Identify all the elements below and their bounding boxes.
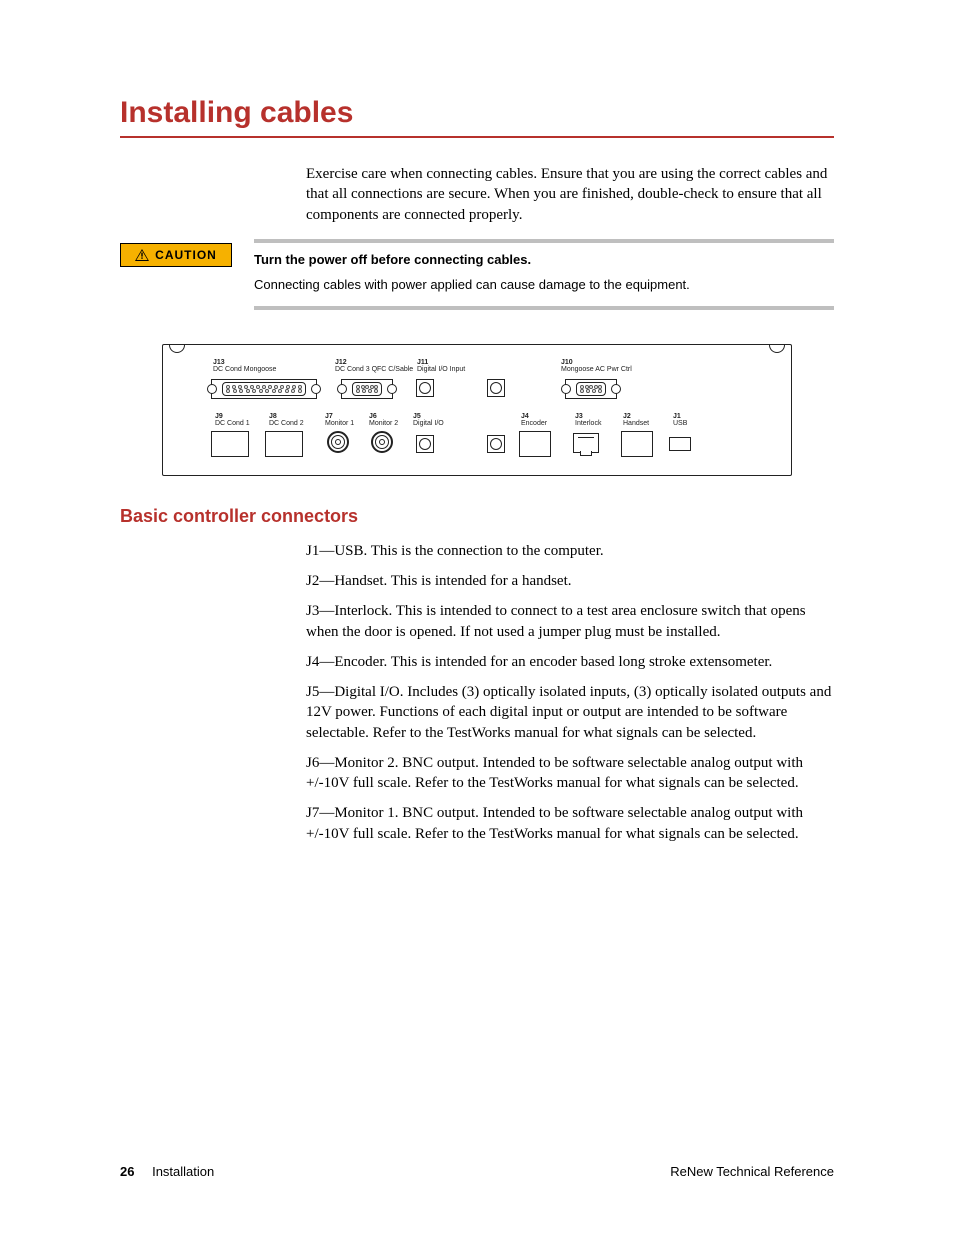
rj-connector-icon: [573, 433, 599, 453]
connector-label: J2Handset: [623, 413, 649, 428]
connector-label: J8DC Cond 2: [269, 413, 304, 428]
connector-label: J12 DC Cond 3 QFC C/Sable: [335, 359, 413, 374]
definition-item: J3—Interlock. This is intended to connec…: [306, 601, 834, 642]
definition-item: J2—Handset. This is intended for a hands…: [306, 571, 834, 591]
warning-triangle-icon: [135, 249, 149, 261]
connector-label: J10 Mongoose AC Pwr Ctrl: [561, 359, 632, 374]
connector-label: J6Monitor 2: [369, 413, 398, 428]
connector-label: J1USB: [673, 413, 687, 428]
dsub-connector-icon: [341, 379, 393, 399]
intro-text: Exercise care when connecting cables. En…: [306, 164, 834, 225]
connector-label: J9DC Cond 1: [215, 413, 250, 428]
title-rule: [120, 136, 834, 138]
caution-label: CAUTION: [155, 248, 217, 262]
caution-badge: CAUTION: [120, 243, 232, 267]
connector-label: J13 DC Cond Mongoose: [213, 359, 276, 374]
mount-screw-icon: [169, 344, 185, 353]
footer-section: Installation: [152, 1164, 214, 1179]
dsub-connector-icon: [211, 379, 317, 399]
bnc-connector-icon: [327, 431, 349, 453]
caution-block: CAUTION Turn the power off before connec…: [120, 239, 834, 310]
mount-screw-icon: [769, 344, 785, 353]
bnc-connector-icon: [371, 431, 393, 453]
rect-connector-icon: [621, 431, 653, 457]
din-connector-icon: [487, 435, 505, 453]
connector-label: J3Interlock: [575, 413, 601, 428]
caution-text: Connecting cables with power applied can…: [254, 276, 834, 294]
connector-label: J4Encoder: [521, 413, 547, 428]
caution-headline: Turn the power off before connecting cab…: [254, 251, 834, 269]
connector-label: J7Monitor 1: [325, 413, 354, 428]
intro-block: Exercise care when connecting cables. En…: [306, 164, 834, 225]
rect-connector-icon: [519, 431, 551, 457]
din-connector-icon: [487, 379, 505, 397]
definition-item: J6—Monitor 2. BNC output. Intended to be…: [306, 753, 834, 794]
page-number: 26: [120, 1164, 134, 1179]
usb-connector-icon: [669, 437, 691, 451]
connector-label: J11 Digital I/O Input: [417, 359, 465, 374]
connector-label: J5Digital I/O: [413, 413, 444, 428]
page-footer: 26 Installation ReNew Technical Referenc…: [120, 1164, 834, 1179]
page-title: Installing cables: [120, 96, 834, 130]
footer-doc-title: ReNew Technical Reference: [670, 1164, 834, 1179]
caution-bottom-bar: [254, 306, 834, 310]
footer-left: 26 Installation: [120, 1164, 214, 1179]
rect-connector-icon: [211, 431, 249, 457]
definition-item: J7—Monitor 1. BNC output. Intended to be…: [306, 803, 834, 844]
din-connector-icon: [416, 379, 434, 397]
caution-top-bar: [254, 239, 834, 243]
rect-connector-icon: [265, 431, 303, 457]
din-connector-icon: [416, 435, 434, 453]
caution-body: Turn the power off before connecting cab…: [254, 239, 834, 310]
connector-definitions: J1—USB. This is the connection to the co…: [306, 541, 834, 844]
definition-item: J4—Encoder. This is intended for an enco…: [306, 652, 834, 672]
definition-item: J5—Digital I/O. Includes (3) optically i…: [306, 682, 834, 743]
rear-panel-diagram: J13 DC Cond Mongoose J12 DC Cond 3 QFC C…: [162, 344, 792, 476]
definition-item: J1—USB. This is the connection to the co…: [306, 541, 834, 561]
dsub-connector-icon: [565, 379, 617, 399]
section-heading: Basic controller connectors: [120, 506, 834, 527]
